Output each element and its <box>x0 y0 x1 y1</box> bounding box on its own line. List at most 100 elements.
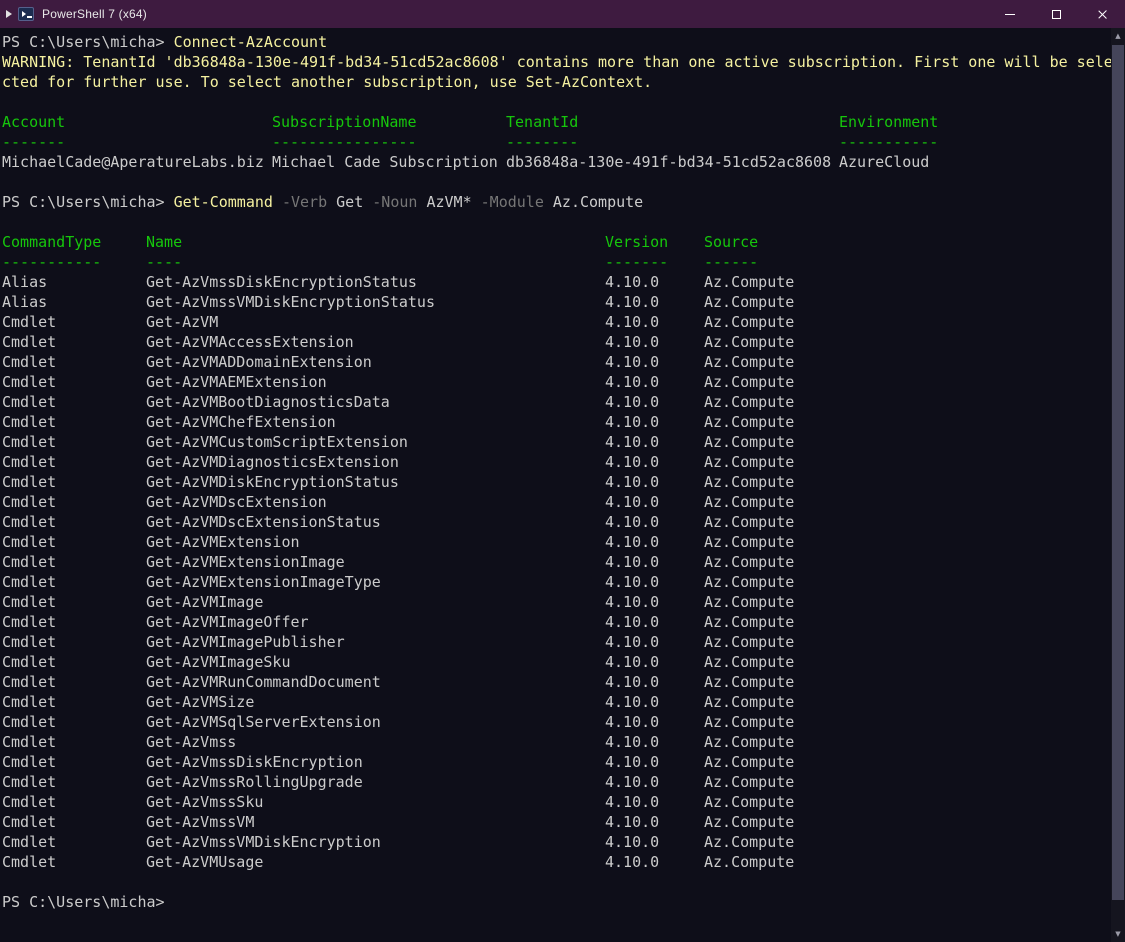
cell-value: Get-AzVmssDiskEncryptionStatus <box>146 272 417 292</box>
table-row: CmdletGet-AzVMBootDiagnosticsData4.10.0A… <box>2 392 1125 412</box>
cell-value: Cmdlet <box>2 752 56 772</box>
scroll-down-arrow[interactable]: ▼ <box>1111 926 1125 942</box>
column-underline: ---------------- <box>272 132 417 152</box>
column-underline: ---- <box>146 252 182 272</box>
table-row: CmdletGet-AzVMDiagnosticsExtension4.10.0… <box>2 452 1125 472</box>
console-output[interactable]: PS C:\Users\micha> Connect-AzAccountWARN… <box>0 28 1125 942</box>
prompt-line: PS C:\Users\micha> Connect-AzAccount <box>2 32 1125 52</box>
cell-value: Az.Compute <box>704 592 794 612</box>
table-row: CmdletGet-AzVmss4.10.0Az.Compute <box>2 732 1125 752</box>
powershell-icon <box>18 7 34 21</box>
table-row: CmdletGet-AzVMDscExtension4.10.0Az.Compu… <box>2 492 1125 512</box>
powershell-window: PowerShell 7 (x64) PS C:\Users\micha> Co… <box>0 0 1125 942</box>
maximize-icon <box>1052 10 1061 19</box>
cell-value: Cmdlet <box>2 372 56 392</box>
cell-value: Az.Compute <box>704 432 794 452</box>
table-row: CmdletGet-AzVmssRollingUpgrade4.10.0Az.C… <box>2 772 1125 792</box>
titlebar[interactable]: PowerShell 7 (x64) <box>0 0 1125 28</box>
cell-value: db36848a-130e-491f-bd34-51cd52ac8608 <box>506 152 831 172</box>
blank-line <box>2 92 1125 112</box>
column-header: Environment <box>839 112 938 132</box>
cell-value: Az.Compute <box>704 472 794 492</box>
cell-value: 4.10.0 <box>605 572 659 592</box>
scroll-up-arrow[interactable]: ▲ <box>1111 28 1125 44</box>
table-row: CmdletGet-AzVMUsage4.10.0Az.Compute <box>2 852 1125 872</box>
blank-line <box>2 212 1125 232</box>
table-row: CmdletGet-AzVMImageOffer4.10.0Az.Compute <box>2 612 1125 632</box>
cell-value: Get-AzVMImage <box>146 592 263 612</box>
column-header: CommandType <box>2 232 101 252</box>
cell-value: Get-AzVMExtensionImageType <box>146 572 381 592</box>
cell-value: Az.Compute <box>704 372 794 392</box>
cell-value: Cmdlet <box>2 532 56 552</box>
cell-value: 4.10.0 <box>605 672 659 692</box>
cell-value: Get-AzVMImagePublisher <box>146 632 345 652</box>
table-row: CmdletGet-AzVMCustomScriptExtension4.10.… <box>2 432 1125 452</box>
cell-value: Cmdlet <box>2 852 56 872</box>
command-param: -Module <box>472 193 544 211</box>
cell-value: Cmdlet <box>2 432 56 452</box>
close-button[interactable] <box>1079 0 1125 28</box>
cell-value: Get-AzVmss <box>146 732 236 752</box>
cell-value: 4.10.0 <box>605 792 659 812</box>
cell-value: Az.Compute <box>704 392 794 412</box>
cell-value: 4.10.0 <box>605 772 659 792</box>
cell-value: Get-AzVMExtension <box>146 532 300 552</box>
column-underline: ------ <box>704 252 758 272</box>
cell-value: Cmdlet <box>2 512 56 532</box>
cell-value: Get-AzVMChefExtension <box>146 412 336 432</box>
table-row: CmdletGet-AzVMImageSku4.10.0Az.Compute <box>2 652 1125 672</box>
cell-value: 4.10.0 <box>605 652 659 672</box>
cell-value: Get-AzVMImageOffer <box>146 612 309 632</box>
table-row: CmdletGet-AzVMImagePublisher4.10.0Az.Com… <box>2 632 1125 652</box>
cell-value: Az.Compute <box>704 492 794 512</box>
cell-value: Cmdlet <box>2 312 56 332</box>
cell-value: 4.10.0 <box>605 832 659 852</box>
titlebar-left: PowerShell 7 (x64) <box>0 7 147 21</box>
table-row: CmdletGet-AzVMSize4.10.0Az.Compute <box>2 692 1125 712</box>
cell-value: Cmdlet <box>2 792 56 812</box>
cell-value: Az.Compute <box>704 272 794 292</box>
cell-value: 4.10.0 <box>605 612 659 632</box>
cell-value: Cmdlet <box>2 392 56 412</box>
minimize-button[interactable] <box>987 0 1033 28</box>
cell-value: Cmdlet <box>2 472 56 492</box>
scrollbar-thumb[interactable] <box>1112 45 1124 900</box>
maximize-button[interactable] <box>1033 0 1079 28</box>
column-header: Account <box>2 112 65 132</box>
cell-value: Get-AzVMSize <box>146 692 254 712</box>
cell-value: Az.Compute <box>704 532 794 552</box>
table-header-row: CommandTypeNameVersionSource <box>2 232 1125 252</box>
cell-value: 4.10.0 <box>605 412 659 432</box>
cell-value: Az.Compute <box>704 412 794 432</box>
cell-value: Az.Compute <box>704 572 794 592</box>
cell-value: Az.Compute <box>704 292 794 312</box>
cell-value: Cmdlet <box>2 592 56 612</box>
cell-value: Get-AzVmssSku <box>146 792 263 812</box>
command-arg: Az.Compute <box>544 193 643 211</box>
cell-value: Az.Compute <box>704 772 794 792</box>
blank-line <box>2 872 1125 892</box>
cell-value: 4.10.0 <box>605 352 659 372</box>
cell-value: 4.10.0 <box>605 492 659 512</box>
cell-value: Az.Compute <box>704 692 794 712</box>
cell-value: Get-AzVMCustomScriptExtension <box>146 432 408 452</box>
cell-value: 4.10.0 <box>605 292 659 312</box>
scrollbar[interactable]: ▲ ▼ <box>1111 28 1125 942</box>
cell-value: Az.Compute <box>704 792 794 812</box>
scrollbar-track[interactable] <box>1111 44 1125 926</box>
cell-value: Get-AzVmssRollingUpgrade <box>146 772 363 792</box>
cell-value: Get-AzVMUsage <box>146 852 263 872</box>
table-row: AliasGet-AzVmssDiskEncryptionStatus4.10.… <box>2 272 1125 292</box>
cell-value: Get-AzVMImageSku <box>146 652 291 672</box>
cell-value: Get-AzVMRunCommandDocument <box>146 672 381 692</box>
cell-value: MichaelCade@AperatureLabs.biz <box>2 152 264 172</box>
column-underline: ----------- <box>839 132 938 152</box>
table-row: CmdletGet-AzVMDiskEncryptionStatus4.10.0… <box>2 472 1125 492</box>
cell-value: Az.Compute <box>704 672 794 692</box>
column-header: Source <box>704 232 758 252</box>
cell-value: Get-AzVMAccessExtension <box>146 332 354 352</box>
table-row: MichaelCade@AperatureLabs.bizMichael Cad… <box>2 152 1125 172</box>
cell-value: AzureCloud <box>839 152 929 172</box>
table-row: CmdletGet-AzVMRunCommandDocument4.10.0Az… <box>2 672 1125 692</box>
